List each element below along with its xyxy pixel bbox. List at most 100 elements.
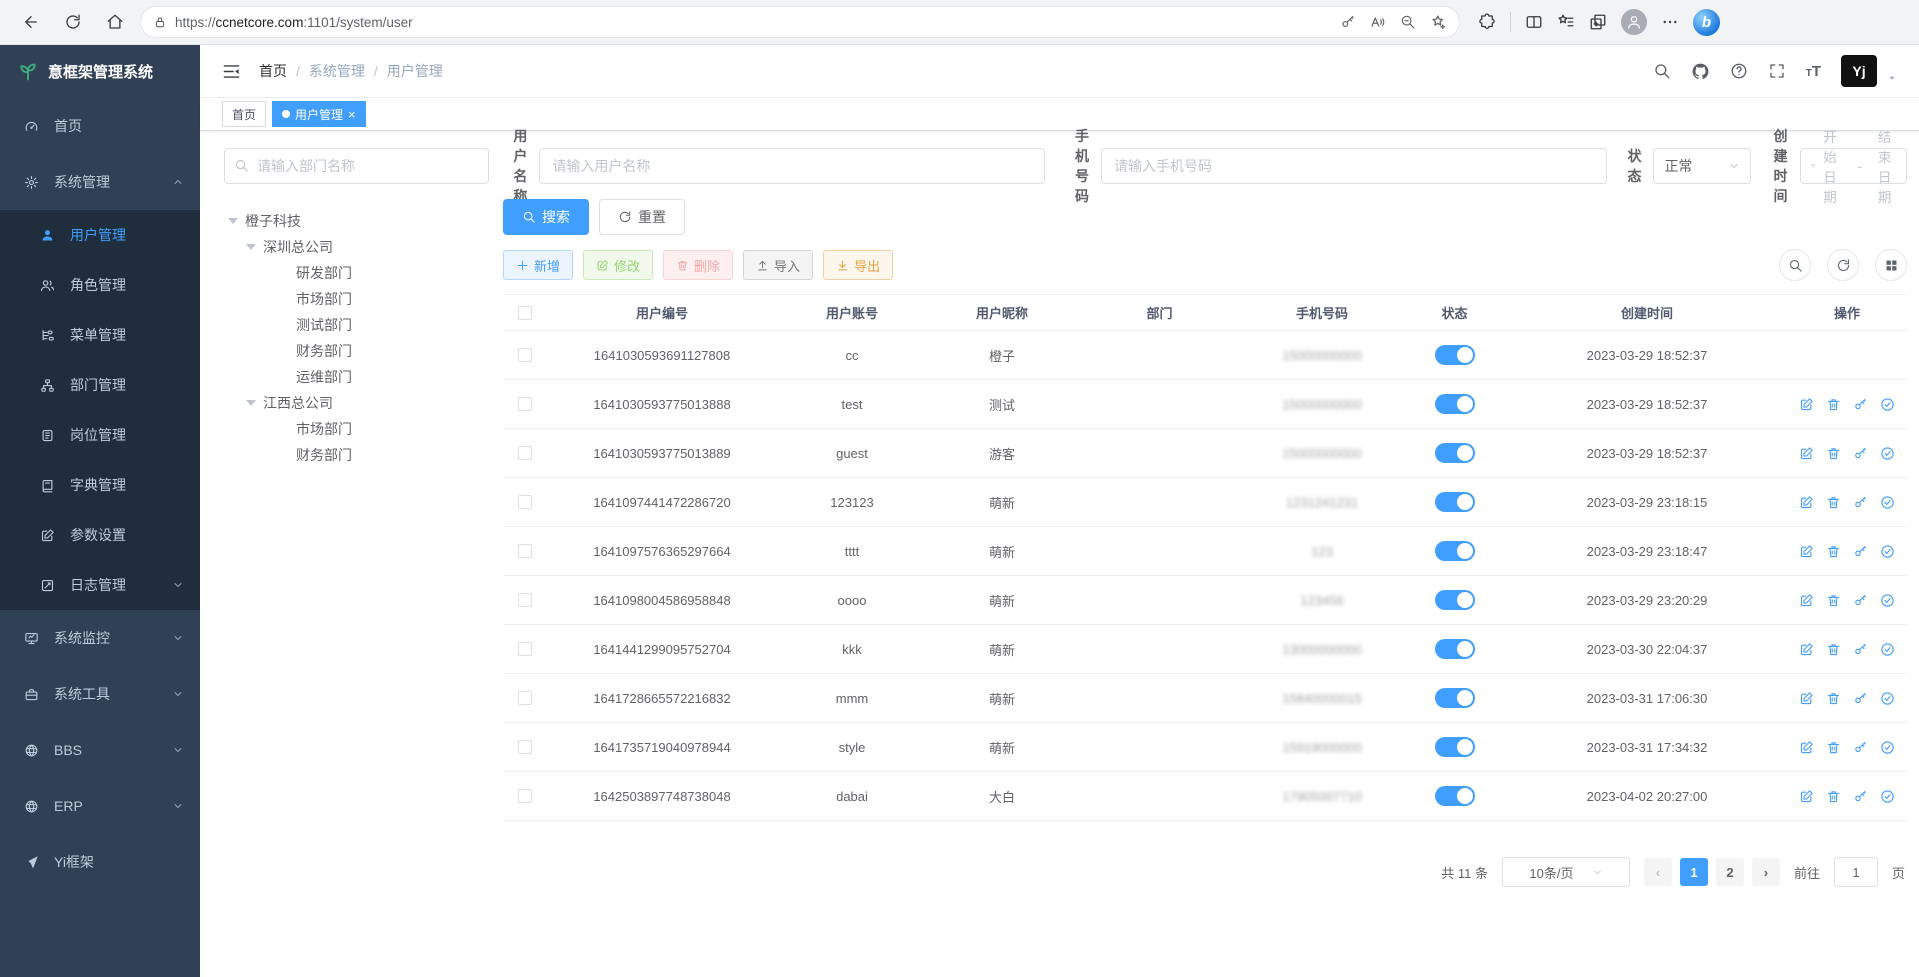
export-button[interactable]: 导出 bbox=[823, 250, 893, 280]
edit-button[interactable]: 修改 bbox=[583, 250, 653, 280]
reset-password-icon[interactable] bbox=[1853, 397, 1868, 412]
status-toggle[interactable] bbox=[1435, 394, 1475, 414]
delete-row-icon[interactable] bbox=[1826, 446, 1841, 461]
search-button[interactable]: 搜索 bbox=[503, 199, 589, 235]
read-aloud-icon[interactable] bbox=[1370, 14, 1386, 30]
github-icon[interactable] bbox=[1691, 62, 1710, 81]
sidebar-item-dictionary[interactable]: 字典管理 bbox=[0, 460, 200, 510]
reset-password-icon[interactable] bbox=[1853, 446, 1868, 461]
reset-password-icon[interactable] bbox=[1853, 544, 1868, 559]
search-icon[interactable] bbox=[1653, 62, 1671, 80]
sidebar-item-users[interactable]: 用户管理 bbox=[0, 210, 200, 260]
sidebar-item-home[interactable]: 首页 bbox=[0, 98, 200, 154]
status-toggle[interactable] bbox=[1435, 786, 1475, 806]
sidebar-item-yi-framework[interactable]: Yi框架 bbox=[0, 834, 200, 890]
edit-row-icon[interactable] bbox=[1799, 544, 1814, 559]
status-toggle[interactable] bbox=[1435, 688, 1475, 708]
delete-row-icon[interactable] bbox=[1826, 593, 1841, 608]
browser-menu-icon[interactable] bbox=[1661, 13, 1679, 31]
reset-password-icon[interactable] bbox=[1853, 593, 1868, 608]
edit-row-icon[interactable] bbox=[1799, 397, 1814, 412]
delete-row-icon[interactable] bbox=[1826, 397, 1841, 412]
fullscreen-icon[interactable] bbox=[1768, 62, 1786, 80]
row-checkbox[interactable] bbox=[518, 446, 532, 460]
row-checkbox[interactable] bbox=[518, 642, 532, 656]
edit-row-icon[interactable] bbox=[1799, 740, 1814, 755]
reset-password-icon[interactable] bbox=[1853, 495, 1868, 510]
browser-profile-avatar[interactable] bbox=[1621, 9, 1647, 35]
tree-node[interactable]: 测试部门 bbox=[224, 312, 489, 338]
reset-password-icon[interactable] bbox=[1853, 740, 1868, 755]
tree-node[interactable]: 运维部门 bbox=[224, 364, 489, 390]
row-checkbox[interactable] bbox=[518, 789, 532, 803]
favorites-hub-icon[interactable] bbox=[1557, 13, 1575, 31]
tree-caret-icon[interactable] bbox=[228, 218, 238, 224]
sidebar-item-logs[interactable]: 日志管理 bbox=[0, 560, 200, 610]
refresh-table-button[interactable] bbox=[1827, 249, 1859, 281]
status-toggle[interactable] bbox=[1435, 541, 1475, 561]
sidebar-item-erp[interactable]: ERP bbox=[0, 778, 200, 834]
tree-node[interactable]: 研发部门 bbox=[224, 260, 489, 286]
reset-button[interactable]: 重置 bbox=[599, 199, 685, 235]
tree-caret-icon[interactable] bbox=[246, 244, 256, 250]
tree-node[interactable]: 江西总公司 bbox=[224, 390, 489, 416]
tab-home[interactable]: 首页 bbox=[222, 101, 266, 127]
username-input[interactable] bbox=[539, 148, 1045, 184]
delete-row-icon[interactable] bbox=[1826, 740, 1841, 755]
status-select[interactable]: 正常 bbox=[1653, 148, 1750, 184]
collections-icon[interactable] bbox=[1589, 13, 1607, 31]
assign-role-icon[interactable] bbox=[1880, 593, 1895, 608]
sidebar-item-menus[interactable]: 菜单管理 bbox=[0, 310, 200, 360]
prev-page-button[interactable]: ‹ bbox=[1644, 858, 1672, 886]
status-toggle[interactable] bbox=[1435, 443, 1475, 463]
assign-role-icon[interactable] bbox=[1880, 446, 1895, 461]
status-toggle[interactable] bbox=[1435, 345, 1475, 365]
row-checkbox[interactable] bbox=[518, 348, 532, 362]
zoom-out-icon[interactable] bbox=[1400, 14, 1416, 30]
assign-role-icon[interactable] bbox=[1880, 642, 1895, 657]
sidebar-item-departments[interactable]: 部门管理 bbox=[0, 360, 200, 410]
sidebar-item-posts[interactable]: 岗位管理 bbox=[0, 410, 200, 460]
delete-button[interactable]: 删除 bbox=[663, 250, 733, 280]
user-avatar[interactable]: Yj bbox=[1841, 55, 1877, 87]
tree-node[interactable]: 市场部门 bbox=[224, 416, 489, 442]
delete-row-icon[interactable] bbox=[1826, 544, 1841, 559]
assign-role-icon[interactable] bbox=[1880, 789, 1895, 804]
tree-node[interactable]: 财务部门 bbox=[224, 338, 489, 364]
copilot-icon[interactable]: b bbox=[1693, 9, 1720, 36]
row-checkbox[interactable] bbox=[518, 544, 532, 558]
department-search-input[interactable] bbox=[224, 148, 489, 184]
collapse-sidebar-icon[interactable] bbox=[222, 62, 241, 81]
row-checkbox[interactable] bbox=[518, 691, 532, 705]
edit-row-icon[interactable] bbox=[1799, 789, 1814, 804]
status-toggle[interactable] bbox=[1435, 737, 1475, 757]
help-icon[interactable] bbox=[1730, 62, 1748, 80]
tab-user-management[interactable]: 用户管理 × bbox=[272, 101, 366, 127]
reset-password-icon[interactable] bbox=[1853, 691, 1868, 706]
date-range-picker[interactable]: 开始日期 - 结束日期 bbox=[1800, 148, 1908, 184]
breadcrumb-system[interactable]: 系统管理 bbox=[309, 61, 365, 81]
edit-row-icon[interactable] bbox=[1799, 642, 1814, 657]
tree-node[interactable]: 橙子科技 bbox=[224, 208, 489, 234]
sidebar-item-monitoring[interactable]: 系统监控 bbox=[0, 610, 200, 666]
show-search-toggle-button[interactable] bbox=[1779, 249, 1811, 281]
delete-row-icon[interactable] bbox=[1826, 789, 1841, 804]
assign-role-icon[interactable] bbox=[1880, 495, 1895, 510]
assign-role-icon[interactable] bbox=[1880, 740, 1895, 755]
status-toggle[interactable] bbox=[1435, 492, 1475, 512]
password-key-icon[interactable] bbox=[1340, 14, 1356, 30]
extensions-icon[interactable] bbox=[1478, 13, 1496, 31]
edit-row-icon[interactable] bbox=[1799, 446, 1814, 461]
sidebar-item-system[interactable]: 系统管理 bbox=[0, 154, 200, 210]
row-checkbox[interactable] bbox=[518, 495, 532, 509]
edit-row-icon[interactable] bbox=[1799, 691, 1814, 706]
row-checkbox[interactable] bbox=[518, 397, 532, 411]
edit-row-icon[interactable] bbox=[1799, 593, 1814, 608]
status-toggle[interactable] bbox=[1435, 639, 1475, 659]
back-icon[interactable] bbox=[14, 6, 48, 38]
page-button[interactable]: 1 bbox=[1680, 858, 1708, 886]
row-checkbox[interactable] bbox=[518, 740, 532, 754]
tree-node[interactable]: 深圳总公司 bbox=[224, 234, 489, 260]
phone-input[interactable] bbox=[1101, 148, 1607, 184]
row-checkbox[interactable] bbox=[518, 593, 532, 607]
